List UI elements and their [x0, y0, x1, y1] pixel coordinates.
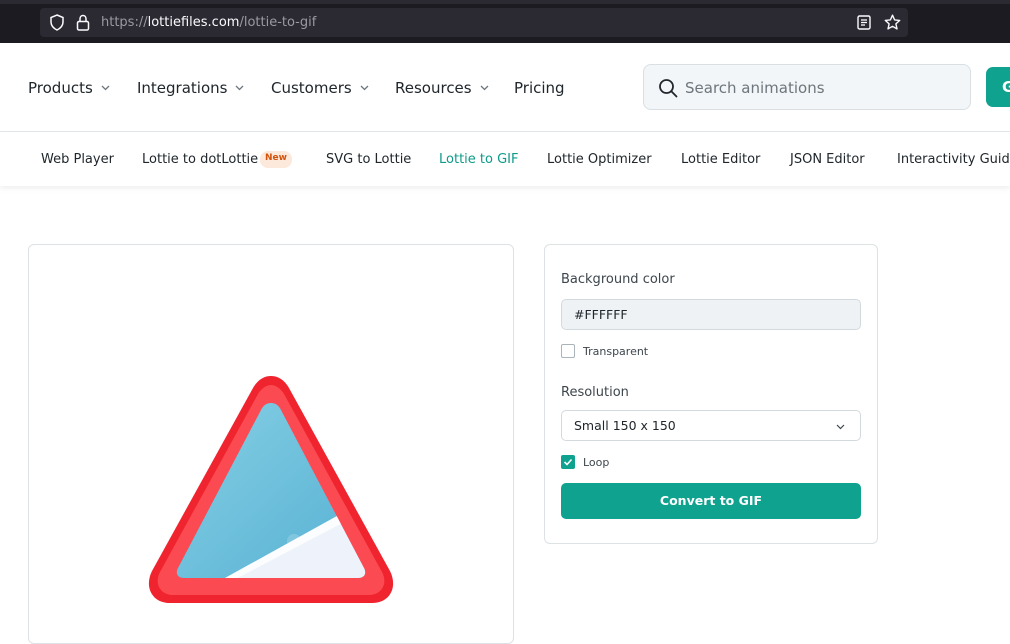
loop-checkbox[interactable] [561, 455, 575, 469]
convert-to-gif-button[interactable]: Convert to GIF [561, 483, 861, 519]
subnav-item-web-player[interactable]: Web Player [41, 152, 114, 167]
url-text[interactable]: https://lottiefiles.com/lottie-to-gif [101, 15, 316, 30]
resolution-label: Resolution [561, 385, 629, 400]
subnav-item-json-editor[interactable]: JSON Editor [790, 152, 865, 167]
search-icon [659, 79, 678, 98]
subnav-item-lottie-optimizer[interactable]: Lottie Optimizer [547, 152, 652, 167]
search-placeholder: Search animations [685, 79, 825, 97]
bookmark-star-icon[interactable] [884, 14, 901, 31]
subnav-item-lottie-to-gif[interactable]: Lottie to GIF [439, 152, 518, 167]
transparent-label: Transparent [583, 345, 649, 358]
search-input[interactable]: Search animations [643, 64, 971, 110]
nav-item-pricing[interactable]: Pricing [514, 79, 565, 97]
subnav-item-interactivity-guide[interactable]: Interactivity Guide [897, 152, 1010, 167]
url-prefix: https:// [101, 15, 148, 30]
nav-item-label: Pricing [514, 79, 565, 97]
chevron-down-icon [836, 424, 845, 430]
lock-icon[interactable] [76, 14, 90, 31]
browser-toolbar: https://lottiefiles.com/lottie-to-gif [0, 0, 1010, 43]
transparent-checkbox[interactable] [561, 344, 575, 358]
loop-label: Loop [583, 456, 610, 469]
checkmark-icon [563, 458, 573, 466]
subnav-item-lottie-editor[interactable]: Lottie Editor [681, 152, 760, 167]
chevron-down-icon [236, 85, 244, 91]
nav-item-resources[interactable]: Resources [395, 79, 489, 97]
background-color-input[interactable]: #FFFFFF [561, 299, 861, 330]
chevron-down-icon [480, 85, 489, 91]
subnav-item-svg-to-lottie[interactable]: SVG to Lottie [326, 152, 411, 167]
nav-item-products[interactable]: Products [28, 79, 110, 97]
animation-preview-panel [28, 244, 514, 644]
warning-triangle-animation [148, 376, 394, 603]
tools-subnav: Web Player Lottie to dotLottie New SVG t… [0, 132, 1010, 186]
get-started-button[interactable]: G [986, 67, 1010, 107]
chevron-down-icon [360, 85, 369, 91]
chevron-down-icon [101, 85, 110, 91]
tab-strip-edge [0, 0, 1010, 4]
subnav-item-lottie-to-dotlottie[interactable]: Lottie to dotLottie [142, 152, 258, 167]
new-badge: New [260, 151, 292, 168]
nav-item-label: Customers [271, 79, 352, 97]
nav-item-label: Integrations [137, 79, 228, 97]
url-host: lottiefiles.com [147, 15, 240, 30]
main-navigation: Products Integrations Customers Resource… [0, 43, 1010, 132]
address-bar[interactable]: https://lottiefiles.com/lottie-to-gif [40, 8, 908, 37]
url-path: /lottie-to-gif [239, 15, 317, 30]
nav-item-customers[interactable]: Customers [271, 79, 369, 97]
resolution-select[interactable]: Small 150 x 150 [561, 410, 861, 441]
reader-view-icon[interactable] [857, 15, 871, 30]
shield-icon[interactable] [49, 14, 65, 31]
gif-settings-panel: Background color #FFFFFF Transparent Res… [544, 244, 878, 544]
background-color-label: Background color [561, 272, 675, 287]
resolution-value: Small 150 x 150 [574, 418, 676, 433]
nav-item-integrations[interactable]: Integrations [137, 79, 244, 97]
nav-item-label: Products [28, 79, 93, 97]
nav-item-label: Resources [395, 79, 472, 97]
